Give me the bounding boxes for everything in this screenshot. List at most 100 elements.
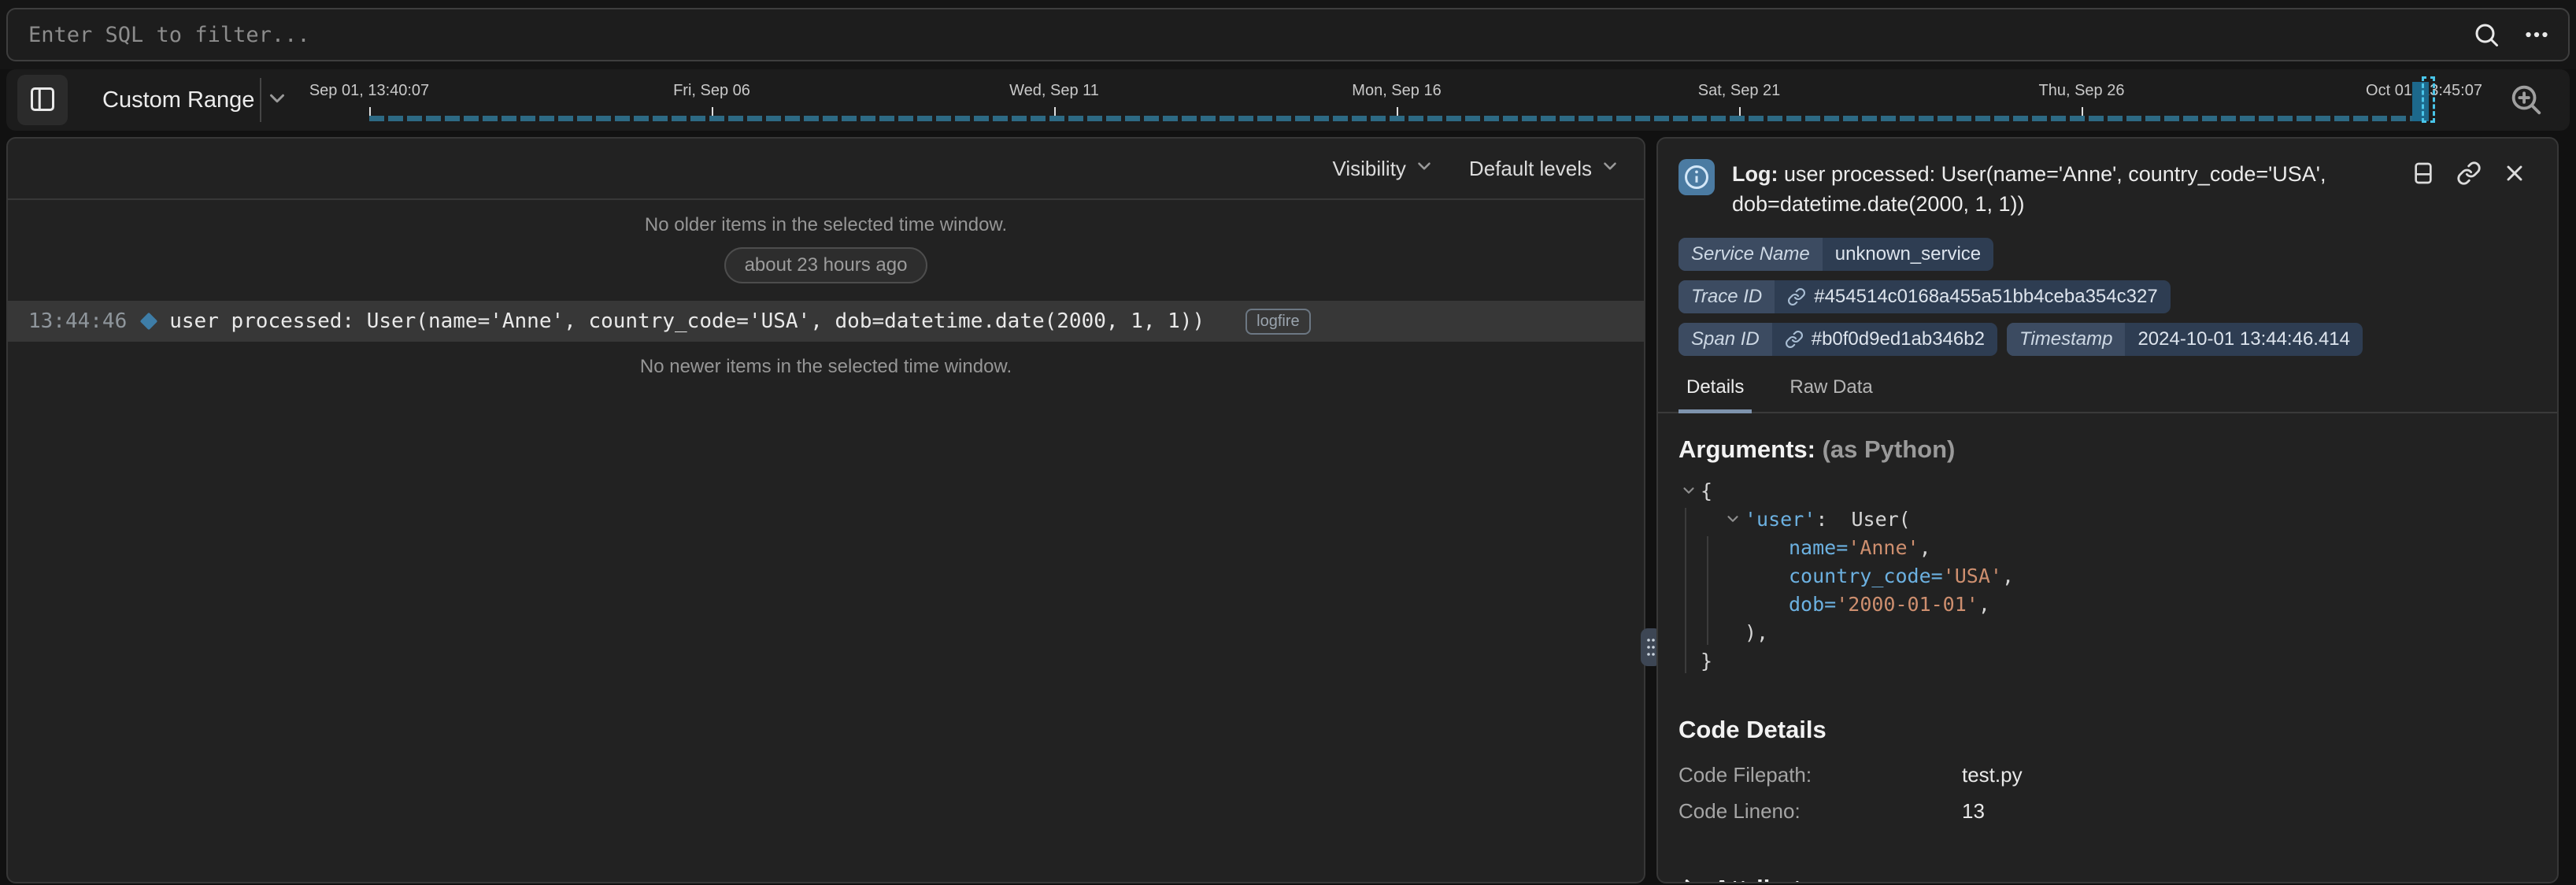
detail-tabs: Details Raw Data xyxy=(1658,376,2557,413)
badge-value: #b0f0d9ed1ab346b2 xyxy=(1772,323,1997,356)
sql-filter-input[interactable]: Enter SQL to filter... xyxy=(6,8,2570,61)
badge-label: Service Name xyxy=(1678,238,1823,271)
code-detail-label: Code Lineno: xyxy=(1678,799,1962,824)
code-token: 'user' xyxy=(1745,508,1815,531)
timeline-tick-label: Fri, Sep 06 xyxy=(673,82,750,100)
tab-details[interactable]: Details xyxy=(1678,376,1752,413)
code-line: } xyxy=(1678,646,2537,675)
code-line: { xyxy=(1678,476,2537,505)
detail-title-text: user processed: User(name='Anne', countr… xyxy=(1732,162,2326,216)
indent-guide xyxy=(1685,508,1686,673)
chevron-down-icon xyxy=(1600,156,1620,182)
close-icon[interactable] xyxy=(2502,161,2527,186)
code-token: User( xyxy=(1851,508,1910,531)
visibility-dropdown[interactable]: Visibility xyxy=(1332,156,1434,182)
arguments-heading-text: Arguments: xyxy=(1678,435,1815,463)
chevron-right-icon xyxy=(1678,876,1701,884)
default-levels-label: Default levels xyxy=(1469,157,1592,181)
default-levels-dropdown[interactable]: Default levels xyxy=(1469,156,1620,182)
detail-title-prefix: Log: xyxy=(1732,162,1778,186)
badge-value-text: #454514c0168a455a51bb4ceba354c327 xyxy=(1814,286,2157,308)
meta-badge[interactable]: Span ID #b0f0d9ed1ab346b2 xyxy=(1678,323,1997,356)
zoom-in-icon[interactable] xyxy=(2507,81,2545,119)
code-line: name='Anne', xyxy=(1678,533,2537,561)
timeline-tick-label: Sat, Sep 21 xyxy=(1698,82,1781,100)
collapse-chevron-icon[interactable] xyxy=(1724,510,1745,528)
meta-badge[interactable]: Trace ID #454514c0168a455a51bb4ceba354c32… xyxy=(1678,280,2171,313)
code-token: , xyxy=(2002,565,2014,587)
code-detail-row: Code Lineno:13 xyxy=(1678,793,2537,829)
timeline-tick-label: Mon, Sep 16 xyxy=(1352,82,1441,100)
badge-value: 2024-10-01 13:44:46.414 xyxy=(2125,323,2363,356)
arguments-code-tree: {'user': User(name='Anne',country_code='… xyxy=(1678,476,2537,675)
timeline-track[interactable]: Oct 01, 13:45:07Thu, Sep 26Sat, Sep 21Mo… xyxy=(6,69,2570,131)
trace-list-panel: Visibility Default levels No older items… xyxy=(6,137,1645,883)
attributes-heading: Attributes xyxy=(1713,875,1828,883)
attributes-section-toggle[interactable]: Attributes xyxy=(1678,875,2537,883)
code-detail-row: Code Filepath:test.py xyxy=(1678,757,2537,793)
log-detail-panel: Log: user processed: User(name='Anne', c… xyxy=(1656,137,2559,883)
timeline-selection-window[interactable] xyxy=(2422,76,2435,123)
info-level-icon xyxy=(1678,159,1715,195)
code-line: ), xyxy=(1678,618,2537,646)
detail-header: Log: user processed: User(name='Anne', c… xyxy=(1658,139,2557,219)
code-detail-value: test.py xyxy=(1962,763,2023,787)
log-list-row[interactable]: 13:44:46 user processed: User(name='Anne… xyxy=(8,301,1644,342)
log-row-tag: logfire xyxy=(1245,309,1310,335)
timeline-dashed-line xyxy=(369,116,2426,121)
code-token: country_code= xyxy=(1789,565,1943,587)
no-newer-items-text: No newer items in the selected time wind… xyxy=(8,356,1644,378)
search-icon[interactable] xyxy=(2472,20,2500,49)
timeline-tick-label: Sep 01, 13:40:07 xyxy=(309,82,429,100)
log-row-message: user processed: User(name='Anne', countr… xyxy=(169,309,1205,333)
code-token: } xyxy=(1701,650,1712,672)
collapse-chevron-icon[interactable] xyxy=(1680,482,1701,499)
code-detail-label: Code Filepath: xyxy=(1678,763,1962,787)
indent-guide xyxy=(1707,536,1708,645)
no-older-items-text: No older items in the selected time wind… xyxy=(8,214,1644,236)
badge-label: Timestamp xyxy=(2007,323,2125,356)
log-row-time: 13:44:46 xyxy=(28,309,127,333)
meta-badge[interactable]: Service Name unknown_service xyxy=(1678,238,1993,271)
code-token: 'Anne' xyxy=(1848,536,1919,559)
badge-value-text: unknown_service xyxy=(1835,243,1981,265)
timeline-tick-label: Thu, Sep 26 xyxy=(2039,82,2125,100)
tab-raw-data[interactable]: Raw Data xyxy=(1782,376,1880,412)
arguments-heading: Arguments: (as Python) xyxy=(1678,435,2537,464)
logfire-app: Enter SQL to filter... Custom Range xyxy=(0,0,2576,883)
log-level-diamond-icon xyxy=(140,313,158,331)
badge-list: Service Name unknown_service Trace ID #4545… xyxy=(1678,238,2466,356)
badge-value: unknown_service xyxy=(1823,238,1993,271)
dock-panel-icon[interactable] xyxy=(2411,161,2436,186)
arguments-heading-suffix: (as Python) xyxy=(1823,435,1956,463)
code-token: , xyxy=(1919,536,1931,559)
code-token: : xyxy=(1815,508,1851,531)
sql-filter-placeholder: Enter SQL to filter... xyxy=(28,23,310,47)
link-icon xyxy=(1787,287,1806,306)
code-token: { xyxy=(1701,480,1712,502)
sql-filter-bar: Enter SQL to filter... xyxy=(0,0,2576,69)
ellipsis-menu-icon[interactable] xyxy=(2522,20,2551,49)
copy-link-icon[interactable] xyxy=(2456,161,2482,186)
badge-label: Span ID xyxy=(1678,323,1772,356)
badge-value-text: 2024-10-01 13:44:46.414 xyxy=(2137,328,2350,350)
timeline-bar: Custom Range Oct 01, 13:45:07Thu, Sep 26… xyxy=(6,69,2570,131)
code-details-heading: Code Details xyxy=(1678,716,2537,744)
chevron-down-icon xyxy=(1414,156,1434,182)
badge-value-text: #b0f0d9ed1ab346b2 xyxy=(1812,328,1985,350)
code-details-rows: Code Filepath:test.pyCode Lineno:13 xyxy=(1678,757,2537,829)
meta-badge[interactable]: Timestamp 2024-10-01 13:44:46.414 xyxy=(2007,323,2363,356)
time-ago-badge[interactable]: about 23 hours ago xyxy=(724,247,928,283)
panel-splitter[interactable] xyxy=(1645,137,1656,883)
code-line: 'user': User( xyxy=(1678,505,2537,533)
visibility-label: Visibility xyxy=(1332,157,1405,181)
badge-value: #454514c0168a455a51bb4ceba354c327 xyxy=(1775,280,2170,313)
code-token: '2000-01-01' xyxy=(1836,593,1978,616)
code-detail-value: 13 xyxy=(1962,799,1985,824)
list-panel-header: Visibility Default levels xyxy=(8,139,1644,200)
detail-content: Arguments: (as Python) { 'user': User(nam… xyxy=(1658,413,2557,883)
detail-title: Log: user processed: User(name='Anne', c… xyxy=(1732,159,2400,219)
main-area: Visibility Default levels No older items… xyxy=(0,137,2576,883)
code-line: country_code='USA', xyxy=(1678,561,2537,590)
badge-label: Trace ID xyxy=(1678,280,1775,313)
